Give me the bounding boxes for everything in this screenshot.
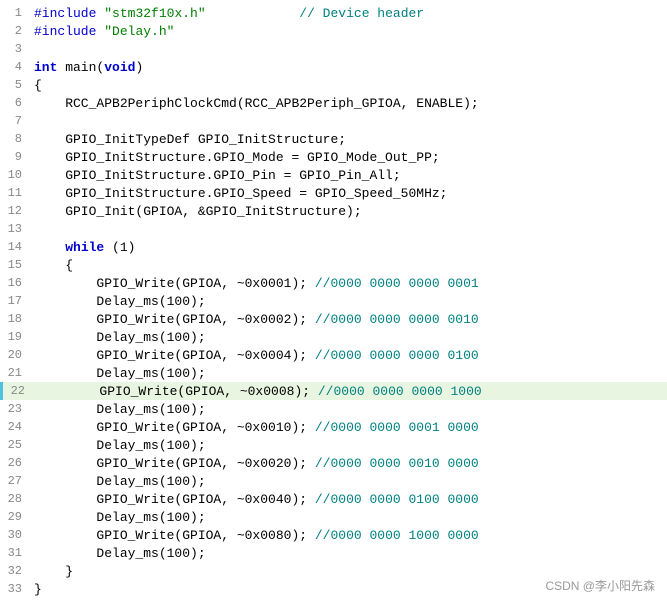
line-num-10: 10 xyxy=(0,168,30,182)
line-content-11: GPIO_InitStructure.GPIO_Speed = GPIO_Spe… xyxy=(30,186,447,201)
line-content-29: Delay_ms(100); xyxy=(30,510,206,525)
line-content-25: Delay_ms(100); xyxy=(30,438,206,453)
line-num-11: 11 xyxy=(0,186,30,200)
code-line-9: 9 GPIO_InitStructure.GPIO_Mode = GPIO_Mo… xyxy=(0,148,667,166)
line-content-17: Delay_ms(100); xyxy=(30,294,206,309)
line-num-17: 17 xyxy=(0,294,30,308)
code-line-11: 11 GPIO_InitStructure.GPIO_Speed = GPIO_… xyxy=(0,184,667,202)
line-num-15: 15 xyxy=(0,258,30,272)
line-content-2: #include "Delay.h" xyxy=(30,24,174,39)
code-line-21: 21 Delay_ms(100); xyxy=(0,364,667,382)
code-line-15: 15 { xyxy=(0,256,667,274)
code-line-24: 24 GPIO_Write(GPIOA, ~0x0010); //0000 00… xyxy=(0,418,667,436)
line-content-4: int main(void) xyxy=(30,60,143,75)
code-line-4: 4 int main(void) xyxy=(0,58,667,76)
code-line-26: 26 GPIO_Write(GPIOA, ~0x0020); //0000 00… xyxy=(0,454,667,472)
line-content-20: GPIO_Write(GPIOA, ~0x0004); //0000 0000 … xyxy=(30,348,479,363)
line-content-28: GPIO_Write(GPIOA, ~0x0040); //0000 0000 … xyxy=(30,492,479,507)
line-num-21: 21 xyxy=(0,366,30,380)
line-num-27: 27 xyxy=(0,474,30,488)
line-content-18: GPIO_Write(GPIOA, ~0x0002); //0000 0000 … xyxy=(30,312,479,327)
code-line-8: 8 GPIO_InitTypeDef GPIO_InitStructure; xyxy=(0,130,667,148)
line-content-8: GPIO_InitTypeDef GPIO_InitStructure; xyxy=(30,132,346,147)
code-line-1: 1 #include "stm32f10x.h" // Device heade… xyxy=(0,4,667,22)
line-content-21: Delay_ms(100); xyxy=(30,366,206,381)
line-num-31: 31 xyxy=(0,546,30,560)
line-num-13: 13 xyxy=(0,222,30,236)
line-num-30: 30 xyxy=(0,528,30,542)
code-line-18: 18 GPIO_Write(GPIOA, ~0x0002); //0000 00… xyxy=(0,310,667,328)
line-num-9: 9 xyxy=(0,150,30,164)
code-line-25: 25 Delay_ms(100); xyxy=(0,436,667,454)
code-line-22: 22 GPIO_Write(GPIOA, ~0x0008); //0000 00… xyxy=(0,382,667,400)
line-content-24: GPIO_Write(GPIOA, ~0x0010); //0000 0000 … xyxy=(30,420,479,435)
line-content-14: while (1) xyxy=(30,240,135,255)
line-content-26: GPIO_Write(GPIOA, ~0x0020); //0000 0000 … xyxy=(30,456,479,471)
code-line-19: 19 Delay_ms(100); xyxy=(0,328,667,346)
line-num-4: 4 xyxy=(0,60,30,74)
code-line-30: 30 GPIO_Write(GPIOA, ~0x0080); //0000 00… xyxy=(0,526,667,544)
code-editor: 1 #include "stm32f10x.h" // Device heade… xyxy=(0,0,667,602)
line-num-20: 20 xyxy=(0,348,30,362)
line-num-25: 25 xyxy=(0,438,30,452)
line-content-32: } xyxy=(30,564,73,579)
line-content-5: { xyxy=(30,78,42,93)
line-content-15: { xyxy=(30,258,73,273)
line-num-22: 22 xyxy=(3,384,33,398)
line-content-1: #include "stm32f10x.h" // Device header xyxy=(30,6,424,21)
line-num-33: 33 xyxy=(0,582,30,596)
line-num-26: 26 xyxy=(0,456,30,470)
line-num-24: 24 xyxy=(0,420,30,434)
line-num-16: 16 xyxy=(0,276,30,290)
line-num-7: 7 xyxy=(0,114,30,128)
code-line-17: 17 Delay_ms(100); xyxy=(0,292,667,310)
line-num-2: 2 xyxy=(0,24,30,38)
line-content-12: GPIO_Init(GPIOA, &GPIO_InitStructure); xyxy=(30,204,362,219)
line-num-8: 8 xyxy=(0,132,30,146)
line-num-6: 6 xyxy=(0,96,30,110)
line-num-3: 3 xyxy=(0,42,30,56)
line-num-29: 29 xyxy=(0,510,30,524)
line-content-30: GPIO_Write(GPIOA, ~0x0080); //0000 0000 … xyxy=(30,528,479,543)
code-line-14: 14 while (1) xyxy=(0,238,667,256)
code-line-27: 27 Delay_ms(100); xyxy=(0,472,667,490)
code-line-31: 31 Delay_ms(100); xyxy=(0,544,667,562)
line-content-10: GPIO_InitStructure.GPIO_Pin = GPIO_Pin_A… xyxy=(30,168,401,183)
line-num-14: 14 xyxy=(0,240,30,254)
code-line-16: 16 GPIO_Write(GPIOA, ~0x0001); //0000 00… xyxy=(0,274,667,292)
code-line-23: 23 Delay_ms(100); xyxy=(0,400,667,418)
line-num-28: 28 xyxy=(0,492,30,506)
code-line-12: 12 GPIO_Init(GPIOA, &GPIO_InitStructure)… xyxy=(0,202,667,220)
line-content-33: } xyxy=(30,582,42,597)
line-content-31: Delay_ms(100); xyxy=(30,546,206,561)
line-num-32: 32 xyxy=(0,564,30,578)
line-num-23: 23 xyxy=(0,402,30,416)
code-line-6: 6 RCC_APB2PeriphClockCmd(RCC_APB2Periph_… xyxy=(0,94,667,112)
code-line-29: 29 Delay_ms(100); xyxy=(0,508,667,526)
line-content-9: GPIO_InitStructure.GPIO_Mode = GPIO_Mode… xyxy=(30,150,440,165)
code-line-20: 20 GPIO_Write(GPIOA, ~0x0004); //0000 00… xyxy=(0,346,667,364)
line-num-19: 19 xyxy=(0,330,30,344)
watermark: CSDN @李小阳先森 xyxy=(545,577,655,594)
code-line-3: 3 xyxy=(0,40,667,58)
line-num-1: 1 xyxy=(0,6,30,20)
code-line-13: 13 xyxy=(0,220,667,238)
line-content-23: Delay_ms(100); xyxy=(30,402,206,417)
line-num-5: 5 xyxy=(0,78,30,92)
line-content-16: GPIO_Write(GPIOA, ~0x0001); //0000 0000 … xyxy=(30,276,479,291)
line-num-18: 18 xyxy=(0,312,30,326)
line-num-12: 12 xyxy=(0,204,30,218)
line-content-22: GPIO_Write(GPIOA, ~0x0008); //0000 0000 … xyxy=(33,384,482,399)
code-line-2: 2 #include "Delay.h" xyxy=(0,22,667,40)
code-line-28: 28 GPIO_Write(GPIOA, ~0x0040); //0000 00… xyxy=(0,490,667,508)
line-content-19: Delay_ms(100); xyxy=(30,330,206,345)
code-line-5: 5 { xyxy=(0,76,667,94)
code-line-7: 7 xyxy=(0,112,667,130)
line-content-6: RCC_APB2PeriphClockCmd(RCC_APB2Periph_GP… xyxy=(30,96,479,111)
line-content-27: Delay_ms(100); xyxy=(30,474,206,489)
code-line-10: 10 GPIO_InitStructure.GPIO_Pin = GPIO_Pi… xyxy=(0,166,667,184)
